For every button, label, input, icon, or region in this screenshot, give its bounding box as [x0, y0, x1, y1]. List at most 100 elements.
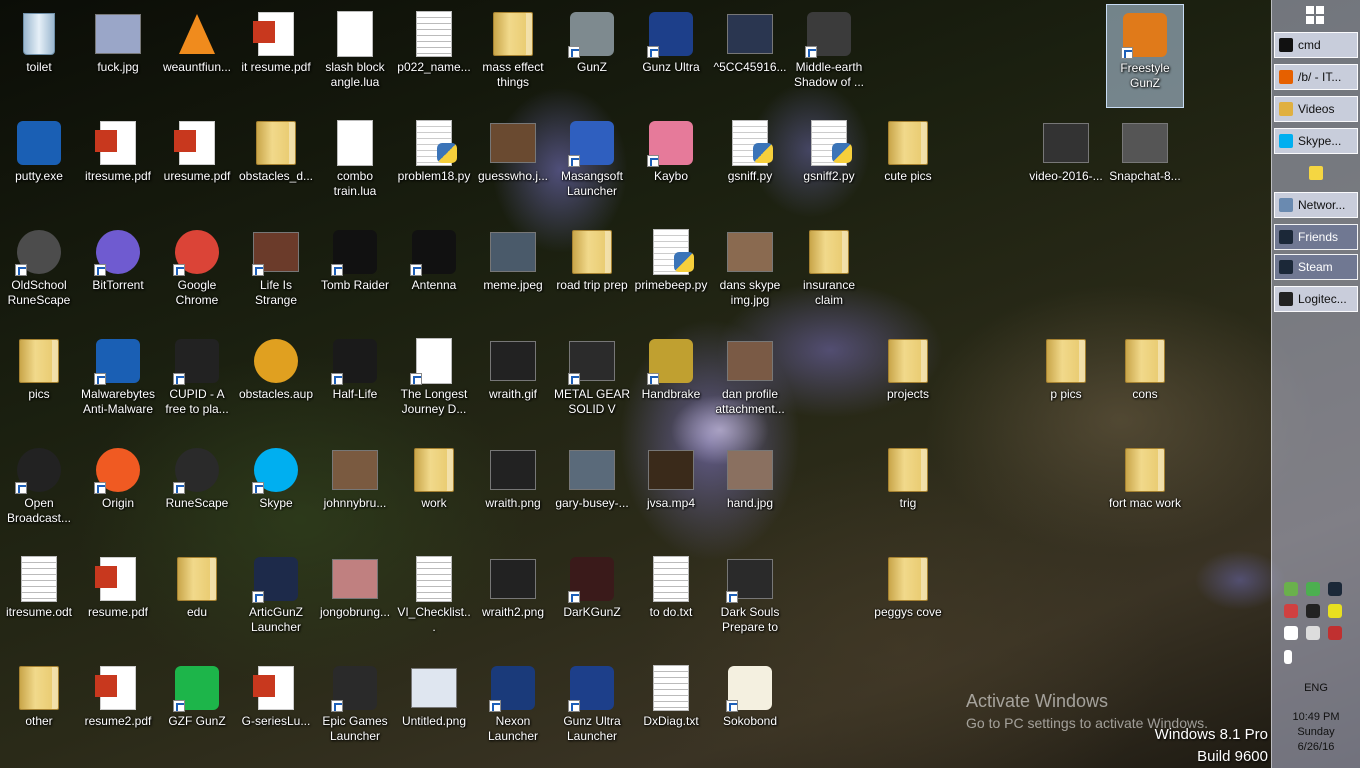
desktop-icon-trig[interactable]: trig	[869, 440, 947, 544]
desktop-icon-sokobond[interactable]: Sokobond	[711, 658, 789, 762]
desktop-icon-itresume-pdf[interactable]: itresume.pdf	[79, 113, 157, 217]
desktop-icon-oldschool-runescape[interactable]: OldSchool RuneScape	[0, 222, 78, 326]
desktop-icon-insurance-claim[interactable]: insurance claim	[790, 222, 868, 326]
desktop-icon-5cc45916[interactable]: ^5CC45916...	[711, 4, 789, 108]
desktop-icon-other[interactable]: other	[0, 658, 78, 762]
tray-speaker-alert-icon[interactable]	[1284, 604, 1298, 618]
desktop-icon-itresume-odt[interactable]: itresume.odt	[0, 549, 78, 653]
desktop-icon-resume-pdf[interactable]: resume.pdf	[79, 549, 157, 653]
clock[interactable]: 10:49 PM Sunday 6/26/16	[1272, 710, 1360, 755]
tray-check-icon[interactable]	[1306, 582, 1320, 596]
desktop-icon-wraith-png[interactable]: wraith.png	[474, 440, 552, 544]
desktop-icon-johnnybru[interactable]: johnnybru...	[316, 440, 394, 544]
desktop-icon-resume2-pdf[interactable]: resume2.pdf	[79, 658, 157, 762]
desktop-icon-kaybo[interactable]: Kaybo	[632, 113, 710, 217]
desktop-icon-half-life[interactable]: Half-Life	[316, 331, 394, 435]
desktop-icon-gzf-gunz[interactable]: GZF GunZ	[158, 658, 236, 762]
desktop-icon-p-pics[interactable]: p pics	[1027, 331, 1105, 435]
desktop-icon-obstacles-aup[interactable]: obstacles.aup	[237, 331, 315, 435]
desktop-icon-g-serieslu[interactable]: G-seriesLu...	[237, 658, 315, 762]
desktop-icon-work[interactable]: work	[395, 440, 473, 544]
desktop-icon-problem18-py[interactable]: problem18.py	[395, 113, 473, 217]
desktop-icon-slash-block-angle-lua[interactable]: slash block angle.lua	[316, 4, 394, 108]
desktop-icon-open-broadcast[interactable]: Open Broadcast...	[0, 440, 78, 544]
taskbar-button-videos[interactable]: Videos	[1274, 96, 1358, 122]
taskbar-button-steam[interactable]: Steam	[1274, 254, 1358, 280]
desktop-icon-meme-jpeg[interactable]: meme.jpeg	[474, 222, 552, 326]
desktop-icon-dans-skype-img-jpg[interactable]: dans skype img.jpg	[711, 222, 789, 326]
desktop-icon-fuck-jpg[interactable]: fuck.jpg	[79, 4, 157, 108]
desktop-icon-cons[interactable]: cons	[1106, 331, 1184, 435]
desktop-icon-hand-jpg[interactable]: hand.jpg	[711, 440, 789, 544]
desktop-icon-projects[interactable]: projects	[869, 331, 947, 435]
desktop-icon-skype[interactable]: Skype	[237, 440, 315, 544]
desktop-icon-google-chrome[interactable]: Google Chrome	[158, 222, 236, 326]
taskbar-button-script[interactable]	[1274, 160, 1358, 186]
desktop-icon-darkgunz[interactable]: DarKGunZ	[553, 549, 631, 653]
tray-flag-icon[interactable]	[1328, 626, 1342, 640]
desktop-icon-handbrake[interactable]: Handbrake	[632, 331, 710, 435]
desktop-icon-bittorrent[interactable]: BitTorrent	[79, 222, 157, 326]
desktop-icon-middle-earth-shadow-of[interactable]: Middle-earth Shadow of ...	[790, 4, 868, 108]
desktop-icon-gunz[interactable]: GunZ	[553, 4, 631, 108]
desktop-icon-antenna[interactable]: Antenna	[395, 222, 473, 326]
tray-network-icon[interactable]	[1306, 626, 1320, 640]
desktop-icon-p022-name[interactable]: p022_name...	[395, 4, 473, 108]
tray-logitech-icon[interactable]	[1306, 604, 1320, 618]
desktop-icon-gunz-ultra-launcher[interactable]: Gunz Ultra Launcher	[553, 658, 631, 762]
desktop-icon-weauntfiun[interactable]: weauntfiun...	[158, 4, 236, 108]
desktop-icon-road-trip-prep[interactable]: road trip prep	[553, 222, 631, 326]
desktop-icon-uresume-pdf[interactable]: uresume.pdf	[158, 113, 236, 217]
desktop-icon-fort-mac-work[interactable]: fort mac work	[1106, 440, 1184, 544]
desktop-icon-toilet[interactable]: toilet	[0, 4, 78, 108]
desktop-icon-to-do-txt[interactable]: to do.txt	[632, 549, 710, 653]
desktop-icon-freestyle-gunz[interactable]: Freestyle GunZ	[1106, 4, 1184, 108]
tray-message-icon[interactable]	[1328, 604, 1342, 618]
desktop-icon-putty-exe[interactable]: putty.exe	[0, 113, 78, 217]
desktop-icon-peggys-cove[interactable]: peggys cove	[869, 549, 947, 653]
desktop-icon-video-2016[interactable]: video-2016-...	[1027, 113, 1105, 217]
taskbar-button-b-it[interactable]: /b/ - IT...	[1274, 64, 1358, 90]
volume-icon[interactable]	[1284, 650, 1292, 664]
desktop-icon-dxdiag-txt[interactable]: DxDiag.txt	[632, 658, 710, 762]
tray-windows-icon[interactable]	[1284, 626, 1298, 640]
tray-leaf-icon[interactable]	[1284, 582, 1298, 596]
desktop-icon-it-resume-pdf[interactable]: it resume.pdf	[237, 4, 315, 108]
desktop-icon-guesswho-j[interactable]: guesswho.j...	[474, 113, 552, 217]
desktop-icon-jvsa-mp4[interactable]: jvsa.mp4	[632, 440, 710, 544]
start-button[interactable]	[1306, 6, 1324, 24]
taskbar-button-friends[interactable]: Friends	[1274, 224, 1358, 250]
desktop-icon-nexon-launcher[interactable]: Nexon Launcher	[474, 658, 552, 762]
desktop-icon-origin[interactable]: Origin	[79, 440, 157, 544]
desktop-icon-obstacles-d[interactable]: obstacles_d...	[237, 113, 315, 217]
desktop-icon-gsniff2-py[interactable]: gsniff2.py	[790, 113, 868, 217]
desktop-icon-runescape[interactable]: RuneScape	[158, 440, 236, 544]
language-indicator[interactable]: ENG	[1272, 682, 1360, 694]
desktop-icon-cute-pics[interactable]: cute pics	[869, 113, 947, 217]
desktop-icon-malwarebytes-anti-malware[interactable]: Malwarebytes Anti-Malware	[79, 331, 157, 435]
desktop-icon-life-is-strange[interactable]: Life Is Strange	[237, 222, 315, 326]
desktop-icon-dan-profile-attachment[interactable]: dan profile attachment...	[711, 331, 789, 435]
desktop-icon-masangsoft-launcher[interactable]: Masangsoft Launcher	[553, 113, 631, 217]
desktop-icon-gunz-ultra[interactable]: Gunz Ultra	[632, 4, 710, 108]
desktop-icon-jongobrung[interactable]: jongobrung...	[316, 549, 394, 653]
taskbar-button-skype[interactable]: Skype...	[1274, 128, 1358, 154]
desktop-icon-the-longest-journey-d[interactable]: The Longest Journey D...	[395, 331, 473, 435]
desktop-icon-articgunz-launcher[interactable]: ArticGunZ Launcher	[237, 549, 315, 653]
desktop-icon-wraith-gif[interactable]: wraith.gif	[474, 331, 552, 435]
desktop-icon-gsniff-py[interactable]: gsniff.py	[711, 113, 789, 217]
tray-steam-icon[interactable]	[1328, 582, 1342, 596]
desktop-icon-vi-checklist[interactable]: VI_Checklist...	[395, 549, 473, 653]
desktop-icon-primebeep-py[interactable]: primebeep.py	[632, 222, 710, 326]
desktop-icon-untitled-png[interactable]: Untitled.png	[395, 658, 473, 762]
desktop-icon-metal-gear-solid-v-gr[interactable]: METAL GEAR SOLID V GR...	[553, 331, 631, 435]
desktop-icon-tomb-raider[interactable]: Tomb Raider	[316, 222, 394, 326]
desktop-icon-edu[interactable]: edu	[158, 549, 236, 653]
desktop-icon-dark-souls-prepare-to-d[interactable]: Dark Souls Prepare to D...	[711, 549, 789, 653]
desktop-icon-gary-busey[interactable]: gary-busey-...	[553, 440, 631, 544]
taskbar-button-logitec[interactable]: Logitec...	[1274, 286, 1358, 312]
desktop-icon-cupid-a-free-to-pla[interactable]: CUPID - A free to pla...	[158, 331, 236, 435]
desktop-icon-mass-effect-things[interactable]: mass effect things	[474, 4, 552, 108]
desktop-icon-snapchat-8[interactable]: Snapchat-8...	[1106, 113, 1184, 217]
taskbar-button-networ[interactable]: Networ...	[1274, 192, 1358, 218]
